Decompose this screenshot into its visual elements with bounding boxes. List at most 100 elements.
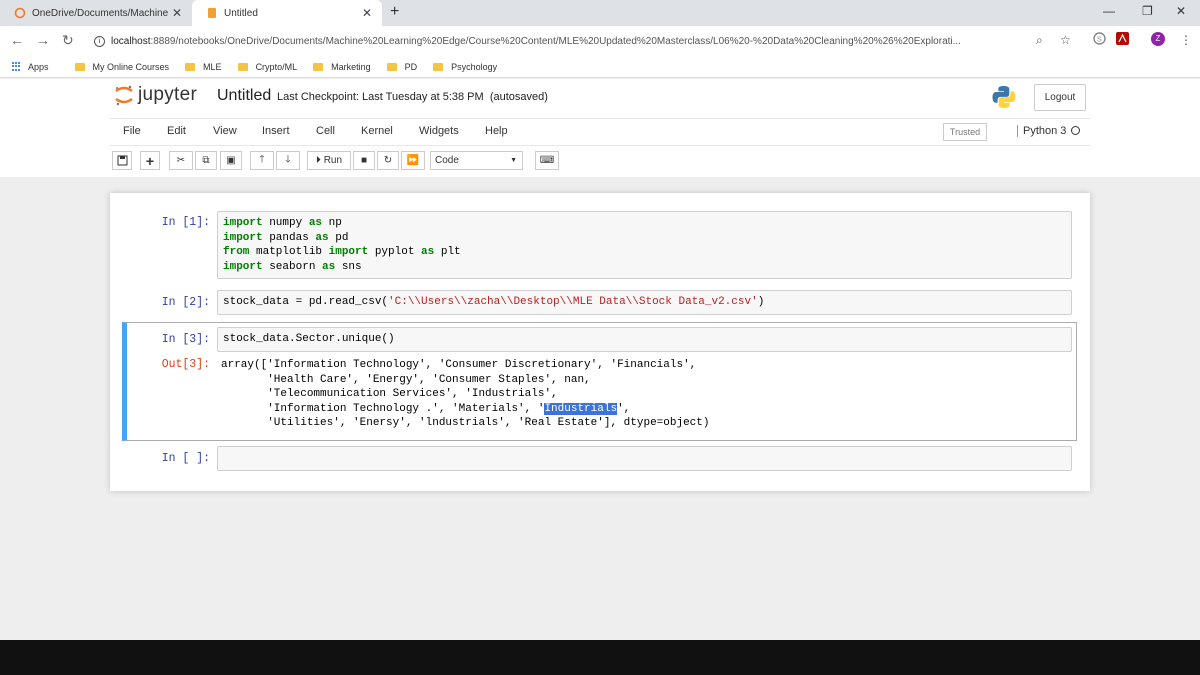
new-tab-icon[interactable]: + <box>390 3 399 21</box>
code-text: stock_data = pd.read_csv('C:\\Users\\zac… <box>223 296 765 308</box>
bookmark-label: PD <box>404 61 418 72</box>
menu-edit[interactable]: Edit <box>167 125 186 137</box>
url-field[interactable]: i localhost:8889/notebooks/OneDrive/Docu… <box>86 29 1054 53</box>
bookmark-label: My Online Courses <box>92 61 170 72</box>
restart-kernel-icon[interactable]: ↻ <box>377 151 399 170</box>
cell-output[interactable]: array(['Information Technology', 'Consum… <box>221 358 709 431</box>
close-tab-icon[interactable]: ✕ <box>170 6 184 20</box>
move-up-icon[interactable]: 🡑 <box>250 151 274 170</box>
input-prompt: In [2]: <box>161 296 210 309</box>
reload-icon[interactable]: ↻ <box>62 32 74 49</box>
menu-widgets[interactable]: Widgets <box>419 125 459 137</box>
input-prompt: In [1]: <box>161 216 210 229</box>
extension-icon[interactable]: S <box>1093 32 1106 48</box>
url-text: localhost:8889/notebooks/OneDrive/Docume… <box>111 36 1054 47</box>
jupyter-logo[interactable]: jupyter <box>114 84 197 106</box>
jupyter-wordmark: jupyter <box>138 84 198 105</box>
bookmark-label: Marketing <box>331 61 371 72</box>
bookmark-folder[interactable]: Psychology <box>433 62 497 72</box>
browser-tab-strip: OneDrive/Documents/Machine L ✕ Untitled … <box>0 0 1200 26</box>
menu-help[interactable]: Help <box>485 125 508 137</box>
profile-initial: Z <box>1155 34 1161 43</box>
trusted-indicator[interactable]: Trusted <box>943 123 987 141</box>
code-cell-input[interactable]: stock_data.Sector.unique() <box>217 327 1072 352</box>
notebook-name[interactable]: Untitled <box>217 87 271 105</box>
bookmark-folder[interactable]: Crypto/ML <box>237 61 298 72</box>
apps-grid-icon <box>12 61 22 72</box>
back-icon[interactable]: ← <box>10 32 24 48</box>
logout-button[interactable]: Logout <box>1034 84 1086 111</box>
minimize-icon[interactable]: — <box>1103 4 1115 18</box>
output-prompt: Out[3]: <box>161 358 210 371</box>
zoom-icon[interactable]: ⌕ <box>1036 33 1043 48</box>
info-icon[interactable]: i <box>94 35 105 47</box>
menu-cell[interactable]: Cell <box>316 125 335 137</box>
save-icon[interactable] <box>112 151 132 170</box>
python-logo-icon <box>992 86 1016 108</box>
folder-icon <box>313 62 324 71</box>
menu-kernel[interactable]: Kernel <box>361 125 393 137</box>
bookmark-label: Apps <box>28 61 49 72</box>
cell-type-value: Code <box>435 155 459 166</box>
bookmark-label: Crypto/ML <box>255 61 298 72</box>
jupyter-favicon-icon <box>14 7 26 19</box>
checkpoint-text: Last Checkpoint: Last Tuesday at 5:38 PM <box>277 91 484 103</box>
folder-icon <box>386 62 397 71</box>
code-text: stock_data.Sector.unique() <box>223 333 395 345</box>
input-prompt: In [ ]: <box>161 452 210 465</box>
pdf-extension-icon[interactable] <box>1116 32 1129 48</box>
restore-icon[interactable]: ❐ <box>1142 4 1153 18</box>
run-label: Run <box>323 155 343 166</box>
kernel-indicator[interactable]: Python 3 <box>1017 125 1081 137</box>
kernel-name: Python 3 <box>1023 125 1067 137</box>
menu-file[interactable]: File <box>123 125 141 137</box>
notebook-container: In [1]: import numpy as np import pandas… <box>110 193 1090 491</box>
forward-icon[interactable]: → <box>36 32 50 48</box>
input-prompt: In [3]: <box>161 333 210 346</box>
close-tab-icon[interactable]: ✕ <box>360 6 374 20</box>
cut-icon[interactable]: ✂ <box>169 151 193 170</box>
run-button[interactable]: ⏵ Run <box>307 151 351 170</box>
url-host: localhost <box>111 35 151 47</box>
add-cell-icon[interactable]: + <box>140 151 160 170</box>
autosave-status: (autosaved) <box>489 91 548 103</box>
bookmark-folder[interactable]: MLE <box>185 62 222 72</box>
address-bar-row: ← → ↻ i localhost:8889/notebooks/OneDriv… <box>0 26 1200 56</box>
folder-icon <box>74 62 85 71</box>
restart-run-all-icon[interactable]: ⏩ <box>401 151 425 170</box>
run-icon: ⏵ <box>315 155 321 166</box>
bottom-black-bar <box>0 640 1200 675</box>
tab-title: Untitled <box>224 7 258 19</box>
menu-insert[interactable]: Insert <box>262 125 290 137</box>
checkpoint-status: Last Checkpoint: Last Tuesday at 5:38 PM… <box>277 91 548 103</box>
cell-type-select[interactable]: Code ▼ <box>430 151 523 170</box>
code-text: import numpy as np import pandas as pd f… <box>223 217 461 273</box>
svg-text:S: S <box>1097 37 1102 44</box>
folder-icon <box>237 62 248 71</box>
menu-view[interactable]: View <box>213 125 237 137</box>
selected-text: Industrials <box>544 402 618 415</box>
copy-icon[interactable]: ⧉ <box>195 151 217 170</box>
bookmark-star-icon[interactable]: ☆ <box>1060 33 1071 47</box>
interrupt-icon[interactable]: ■ <box>353 151 375 170</box>
folder-icon <box>185 62 196 71</box>
move-down-icon[interactable]: 🡓 <box>276 151 300 170</box>
tab-title: OneDrive/Documents/Machine L <box>32 7 170 19</box>
kernel-idle-icon <box>1071 126 1081 135</box>
empty-code-cell-input[interactable] <box>217 446 1072 471</box>
bookmark-folder[interactable]: PD <box>386 61 418 72</box>
menu-bar: File Edit View Insert Cell Kernel Widget… <box>110 118 1090 146</box>
chevron-down-icon: ▼ <box>510 157 517 164</box>
chrome-menu-icon[interactable]: ⋮ <box>1180 33 1192 47</box>
code-cell-input[interactable]: import numpy as np import pandas as pd f… <box>217 211 1072 279</box>
browser-tab-active[interactable]: Untitled ✕ <box>192 0 382 26</box>
bookmark-apps[interactable]: Apps <box>12 61 49 72</box>
code-cell-input[interactable]: stock_data = pd.read_csv('C:\\Users\\zac… <box>217 290 1072 315</box>
paste-icon[interactable]: ▣ <box>220 151 242 170</box>
bookmark-folder[interactable]: Marketing <box>313 62 371 72</box>
browser-tab[interactable]: OneDrive/Documents/Machine L ✕ <box>0 0 192 26</box>
keyboard-shortcuts-icon[interactable]: ⌨ <box>535 151 559 170</box>
bookmark-folder[interactable]: My Online Courses <box>74 61 170 72</box>
jupyter-logo-icon <box>115 85 133 106</box>
close-window-icon[interactable]: ✕ <box>1176 4 1186 18</box>
